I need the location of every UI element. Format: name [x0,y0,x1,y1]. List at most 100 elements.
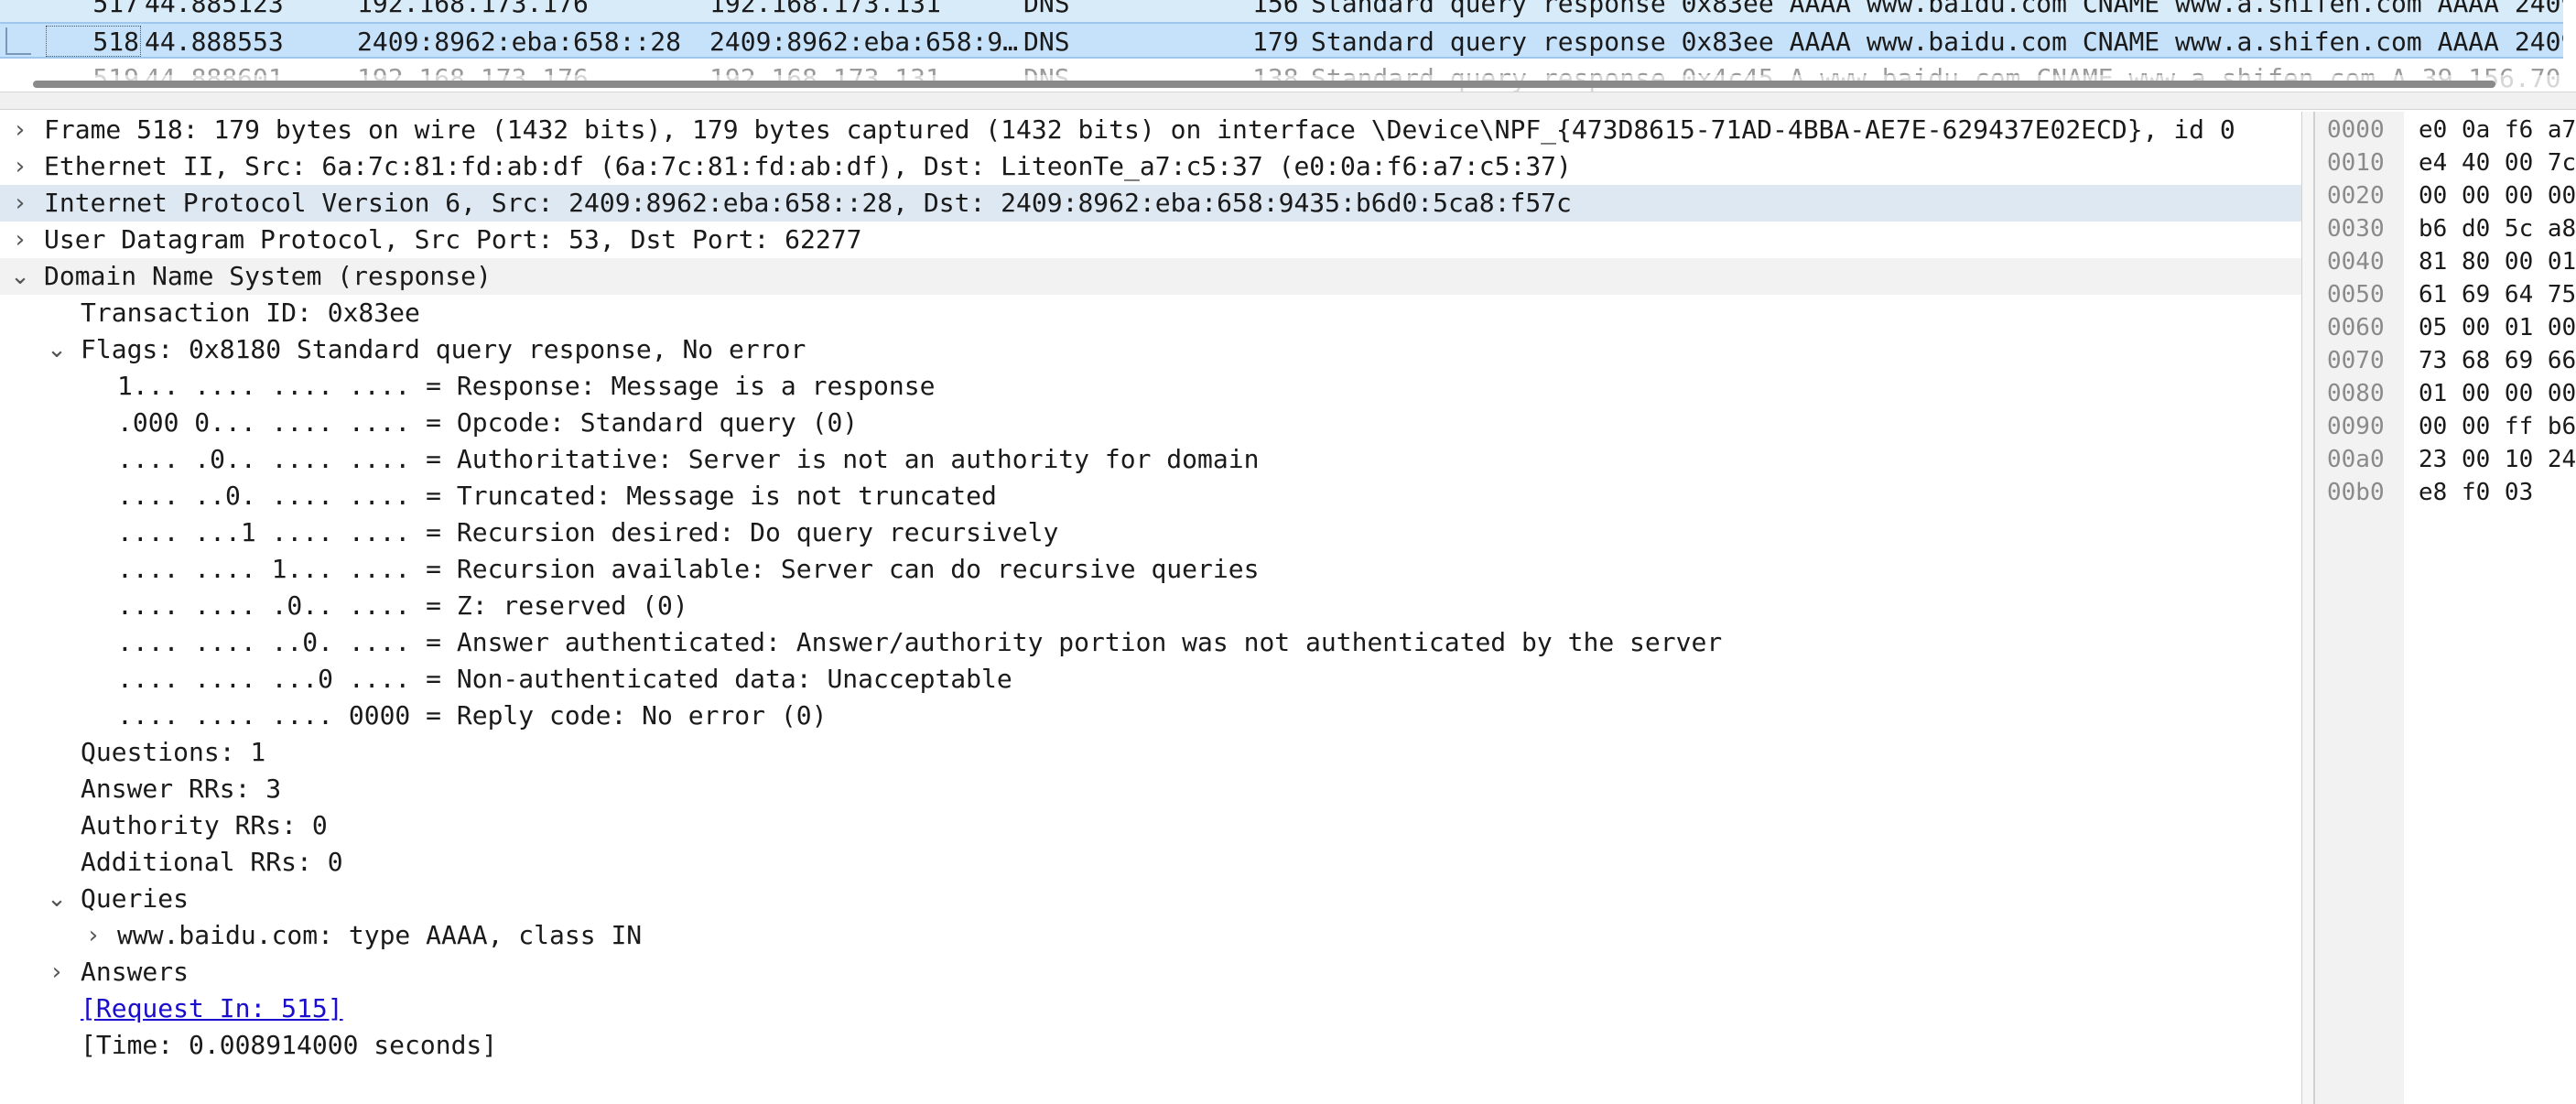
tree-item-flag-bit[interactable]: .... .... ...0 .... = Non-authenticated … [0,661,2301,698]
tree-item-label: .... .... 1... .... = Recursion availabl… [117,554,1260,584]
hex-bytes[interactable]: e8 f0 03 [2419,476,2533,509]
tree-item-flag-bit[interactable]: .... ...1 .... .... = Recursion desired:… [0,514,2301,551]
tree-item-frame[interactable]: › Frame 518: 179 bytes on wire (1432 bit… [0,112,2301,148]
tree-item-authority-rrs[interactable]: Authority RRs: 0 [0,807,2301,844]
tree-item-ipv6[interactable]: › Internet Protocol Version 6, Src: 2409… [0,185,2301,222]
tree-item-flag-bit[interactable]: .... .0.. .... .... = Authoritative: Ser… [0,441,2301,478]
tree-item-label: .000 0... .... .... = Opcode: Standard q… [117,407,859,438]
packet-number: 518 [92,27,139,57]
tree-item-query[interactable]: › www.baidu.com: type AAAA, class IN [0,917,2301,954]
packet-row-selected[interactable]: 518 44.888553 2409:8962:eba:658::28 2409… [0,22,2563,59]
chevron-right-icon[interactable]: › [44,954,70,990]
tree-item-flag-bit[interactable]: .... .... ..0. .... = Answer authenticat… [0,624,2301,661]
tree-item-label: www.baidu.com: type AAAA, class IN [117,920,643,950]
related-packet-marker-icon [5,27,31,55]
tree-item-queries[interactable]: ⌄ Queries [0,881,2301,917]
tree-item-udp[interactable]: › User Datagram Protocol, Src Port: 53, … [0,222,2301,258]
packet-time: 44.888553 [145,27,284,57]
tree-item-label: .... .0.. .... .... = Authoritative: Ser… [117,444,1260,474]
hex-bytes[interactable]: 00 00 ff b6 [2419,410,2576,443]
packet-details-tree[interactable]: › Frame 518: 179 bytes on wire (1432 bit… [0,112,2301,1104]
horizontal-scrollbar-thumb[interactable] [33,81,2495,88]
tree-item-dns[interactable]: ⌄ Domain Name System (response) [0,258,2301,295]
packet-row[interactable]: 517 44.885123 192.168.173.176 192.168.17… [0,0,2563,22]
packet-destination: 192.168.173.131 [709,0,941,18]
tree-item-answers[interactable]: › Answers [0,954,2301,990]
hex-bytes[interactable]: 23 00 10 24 [2419,443,2576,476]
chevron-right-icon[interactable]: › [7,185,33,222]
byte-offset: 0080 [2327,380,2385,407]
tree-item-ethernet[interactable]: › Ethernet II, Src: 6a:7c:81:fd:ab:df (6… [0,148,2301,185]
byte-offset: 0020 [2327,182,2385,210]
tree-item-label: Answer RRs: 3 [81,774,282,804]
tree-item-additional-rrs[interactable]: Additional RRs: 0 [0,844,2301,881]
tree-item-label: [Time: 0.008914000 seconds] [81,1030,498,1060]
tree-item-flag-bit[interactable]: 1... .... .... .... = Response: Message … [0,368,2301,405]
packet-number: 517 [92,0,139,18]
packet-protocol: DNS [1023,27,1070,57]
packet-source: 192.168.173.176 [357,0,589,18]
packet-list[interactable]: 517 44.885123 192.168.173.176 192.168.17… [0,0,2576,92]
hex-bytes[interactable]: 00 00 00 00 [2419,179,2576,212]
tree-item-label: Frame 518: 179 bytes on wire (1432 bits)… [44,114,2235,145]
tree-item-flags[interactable]: ⌄ Flags: 0x8180 Standard query response,… [0,331,2301,368]
hex-bytes[interactable]: 81 80 00 01 [2419,245,2576,278]
tree-item-flag-bit[interactable]: .000 0... .... .... = Opcode: Standard q… [0,405,2301,441]
packet-destination: 2409:8962:eba:658:9… [709,27,1019,57]
tree-item-request-in[interactable]: [Request In: 515] [0,990,2301,1027]
pane-splitter[interactable] [0,92,2576,110]
hex-bytes[interactable]: e0 0a f6 a7 [2419,114,2576,146]
tree-item-label: 1... .... .... .... = Response: Message … [117,371,936,401]
byte-offset: 0060 [2327,314,2385,341]
chevron-right-icon[interactable]: › [7,222,33,258]
packet-time: 44.885123 [145,0,284,18]
tree-item-flag-bit[interactable]: .... ..0. .... .... = Truncated: Message… [0,478,2301,514]
chevron-right-icon[interactable]: › [7,148,33,185]
hex-bytes[interactable]: 05 00 01 00 [2419,311,2576,344]
chevron-right-icon[interactable]: › [81,917,106,954]
tree-item-label: .... ..0. .... .... = Truncated: Message… [117,481,997,511]
byte-offset: 00a0 [2327,446,2385,473]
tree-item-label: Transaction ID: 0x83ee [81,298,420,328]
tree-item-label: .... ...1 .... .... = Recursion desired:… [117,517,1059,547]
tree-item-label: .... .... .... 0000 = Reply code: No err… [117,700,828,731]
hex-bytes[interactable]: e4 40 00 7c [2419,146,2576,179]
packet-source: 2409:8962:eba:658::28 [357,27,682,57]
byte-offset: 0040 [2327,248,2385,276]
tree-item-label: Flags: 0x8180 Standard query response, N… [81,334,806,364]
byte-offset: 00b0 [2327,479,2385,506]
tree-item-label: User Datagram Protocol, Src Port: 53, Ds… [44,224,862,254]
byte-offset: 0010 [2327,149,2385,177]
chevron-down-icon[interactable]: ⌄ [7,258,33,295]
tree-item-transaction-id[interactable]: Transaction ID: 0x83ee [0,295,2301,331]
chevron-right-icon[interactable]: › [7,112,33,148]
hex-bytes[interactable]: b6 d0 5c a8 [2419,212,2576,245]
request-in-link[interactable]: [Request In: 515] [81,990,343,1027]
tree-item-answer-rrs[interactable]: Answer RRs: 3 [0,771,2301,807]
packet-info: Standard query response 0x83ee AAAA www.… [1311,27,2563,57]
tree-item-label: Additional RRs: 0 [81,847,343,877]
tree-item-questions[interactable]: Questions: 1 [0,734,2301,771]
tree-item-label: Answers [81,957,189,987]
tree-item-flag-bit[interactable]: .... .... 1... .... = Recursion availabl… [0,551,2301,588]
byte-offset: 0070 [2327,347,2385,374]
hex-bytes[interactable]: 73 68 69 66 [2419,344,2576,377]
chevron-down-icon[interactable]: ⌄ [44,331,70,368]
tree-item-flag-bit[interactable]: .... .... .0.. .... = Z: reserved (0) [0,588,2301,624]
hex-bytes[interactable]: 01 00 00 00 [2419,377,2576,410]
tree-item-label: .... .... ...0 .... = Non-authenticated … [117,664,1012,694]
byte-offset: 0090 [2327,413,2385,440]
tree-item-label: Questions: 1 [81,737,266,767]
vertical-scrollbar[interactable] [2301,112,2314,1104]
tree-item-label: Queries [81,883,189,914]
tree-item-time[interactable]: [Time: 0.008914000 seconds] [0,1027,2301,1064]
packet-length: 156 [1252,0,1299,18]
hex-bytes[interactable]: 61 69 64 75 [2419,278,2576,311]
packet-bytes-pane[interactable]: 0000 0010 0020 0030 0040 0050 0060 0070 … [2314,112,2576,1104]
tree-item-label: .... .... .0.. .... = Z: reserved (0) [117,590,688,621]
tree-item-flag-bit[interactable]: .... .... .... 0000 = Reply code: No err… [0,698,2301,734]
chevron-down-icon[interactable]: ⌄ [44,881,70,917]
packet-protocol: DNS [1023,0,1070,18]
tree-item-label: Authority RRs: 0 [81,810,328,840]
byte-offset: 0030 [2327,215,2385,243]
